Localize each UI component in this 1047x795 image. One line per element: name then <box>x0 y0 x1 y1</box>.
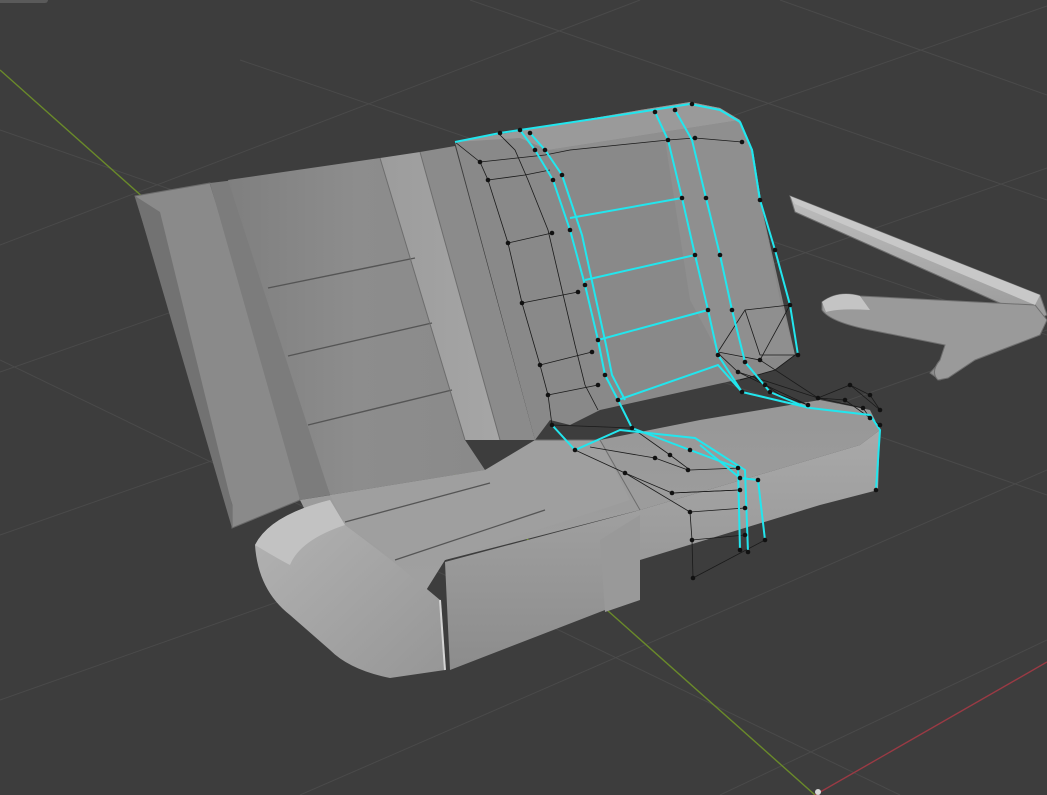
ground-grid <box>0 0 1047 795</box>
origin-marker <box>815 789 821 795</box>
3d-viewport[interactable] <box>0 0 1047 795</box>
viewport-canvas[interactable] <box>0 0 1047 795</box>
armrest-object[interactable] <box>789 195 1047 381</box>
x-axis-line <box>814 661 1047 795</box>
header-collapse-tab[interactable] <box>0 0 48 3</box>
